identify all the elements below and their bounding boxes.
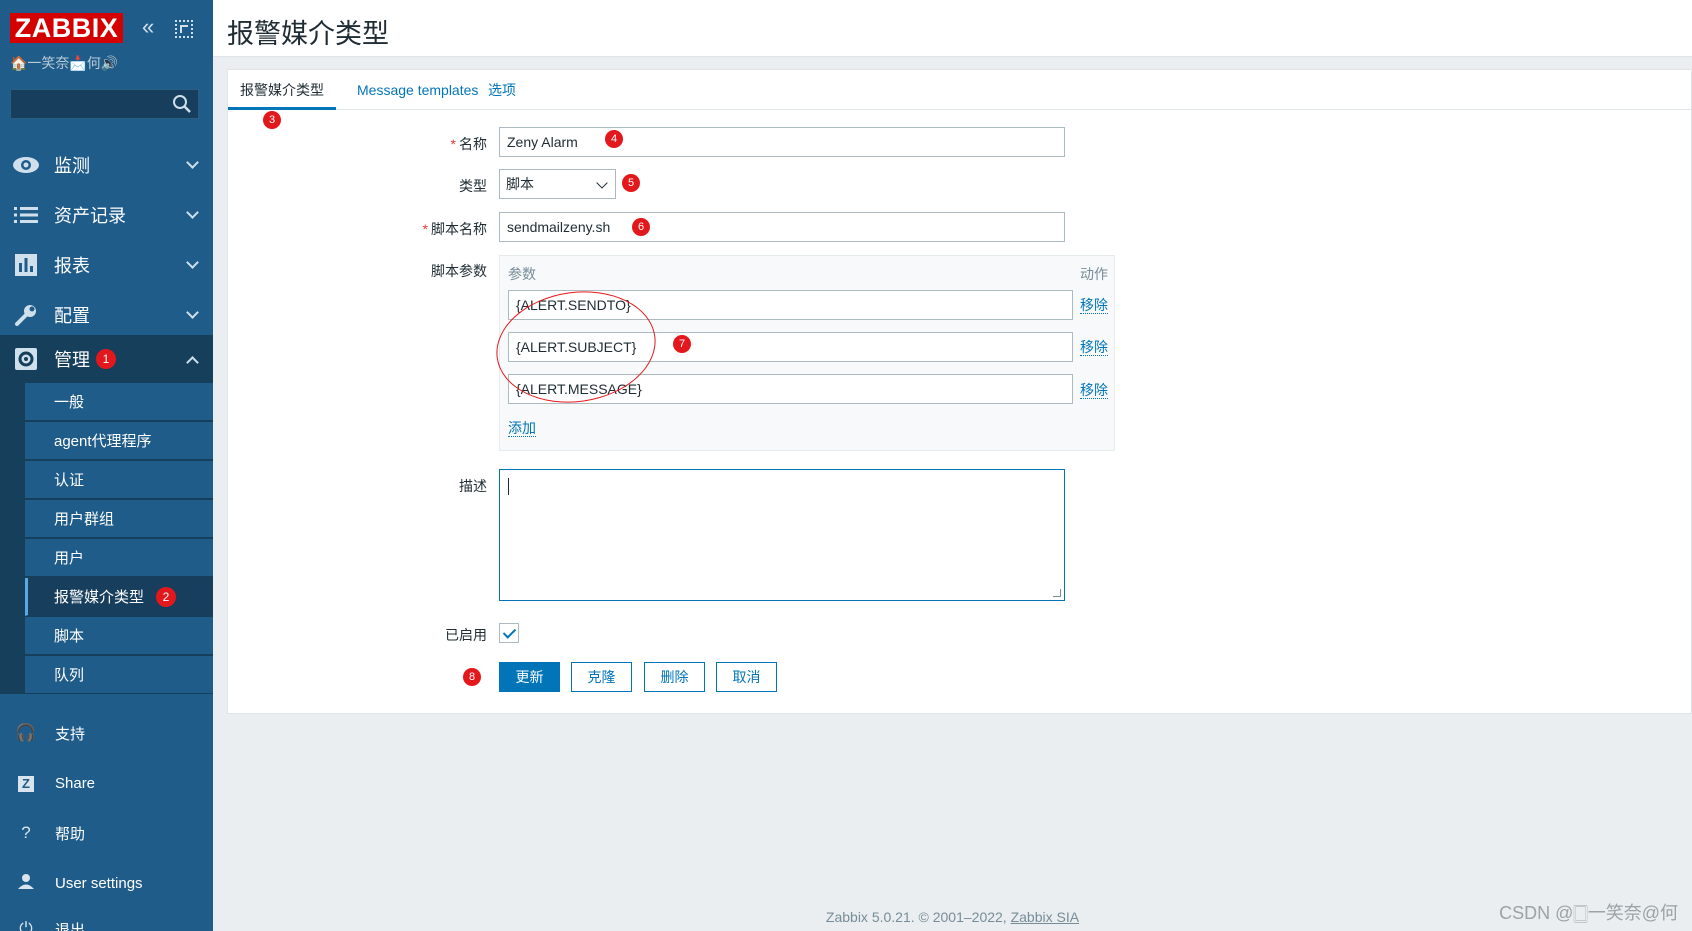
cancel-button[interactable]: 取消	[716, 662, 777, 692]
footer-company-link[interactable]: Zabbix SIA	[1011, 909, 1079, 925]
annotation-marker: 4	[605, 130, 623, 148]
annotation-badge: 2	[156, 586, 177, 607]
search-icon[interactable]	[172, 94, 192, 114]
gear-icon	[12, 347, 40, 371]
sidebar-item-user-settings[interactable]: User settings	[0, 863, 213, 903]
tab-message-templates[interactable]: Message templates	[345, 70, 490, 110]
sidebar-search-input[interactable]	[10, 89, 199, 119]
footer-text: Zabbix 5.0.21. © 2001–2022,	[825, 909, 1011, 925]
tab-bar: 报警媒介类型 Message templates 选项	[228, 70, 1691, 110]
chevron-down-icon	[186, 256, 199, 269]
enabled-label: 已启用	[445, 627, 487, 643]
submenu-item-user-groups[interactable]: 用户群组	[25, 500, 213, 538]
action-column-header: 动作	[1080, 266, 1108, 282]
script-params-label: 脚本参数	[431, 263, 487, 279]
menu-item-configuration[interactable]: 配置	[0, 290, 213, 340]
description-textarea[interactable]	[499, 469, 1065, 601]
power-icon: ⏻	[19, 919, 33, 931]
menu-item-label: 报表	[54, 256, 90, 276]
zabbix-logo[interactable]: ZABBIX	[10, 13, 123, 43]
menu-item-label: 监测	[54, 156, 90, 176]
remove-param-link[interactable]: 移除	[1080, 297, 1108, 314]
tab-media-type[interactable]: 报警媒介类型	[228, 70, 336, 110]
annotation-marker: 3	[263, 111, 281, 129]
chevron-up-icon	[186, 356, 199, 369]
name-label: * 名称	[450, 136, 487, 152]
submenu-item-general[interactable]: 一般	[25, 383, 213, 421]
annotation-marker: 6	[632, 218, 650, 236]
administration-submenu: 一般 agent代理程序 认证 用户群组 用户 报警媒介类型 2 脚本 队列	[0, 383, 213, 694]
resize-grip-icon[interactable]	[1053, 589, 1061, 597]
sidebar-item-help[interactable]: ? 帮助	[0, 813, 213, 853]
share-icon: Z	[15, 773, 37, 793]
sidebar-item-label: 退出	[55, 921, 86, 931]
menu-item-label: 资产记录	[54, 206, 126, 226]
page-title: 报警媒介类型	[227, 19, 389, 49]
submenu-item-proxies[interactable]: agent代理程序	[25, 422, 213, 460]
annotation-marker: 8	[463, 668, 481, 686]
menu-item-label: 配置	[54, 306, 90, 326]
chevron-down-icon	[186, 306, 199, 319]
submenu-item-scripts[interactable]: 脚本	[25, 617, 213, 655]
clone-button[interactable]: 克隆	[571, 662, 632, 692]
name-field[interactable]: Zeny Alarm	[499, 127, 1065, 157]
kiosk-mode-icon[interactable]	[175, 20, 193, 38]
headset-icon: 🎧	[15, 723, 37, 742]
sidebar-item-share[interactable]: Z Share	[0, 763, 213, 803]
sidebar: ZABBIX « 🏠一笑奈📩何🔊 监测 资产记录 报表 配置 管理 1 一般 a…	[0, 0, 213, 931]
script-name-label: * 脚本名称	[422, 221, 487, 237]
sidebar-item-label: 帮助	[55, 825, 86, 843]
menu-item-inventory[interactable]: 资产记录	[0, 190, 213, 240]
server-name: 🏠一笑奈📩何🔊	[10, 55, 119, 71]
submenu-item-media-types[interactable]: 报警媒介类型 2	[25, 578, 213, 616]
sidebar-item-label: Share	[55, 774, 96, 792]
menu-item-label: 管理	[54, 350, 90, 370]
watermark: CSDN @🀆一笑奈@何	[1499, 903, 1678, 923]
tab-options[interactable]: 选项	[476, 70, 528, 110]
type-select[interactable]: 脚本	[499, 169, 616, 199]
params-column-header: 参数	[508, 266, 536, 282]
sidebar-item-support[interactable]: 🎧 支持	[0, 713, 213, 753]
eye-icon	[12, 153, 40, 177]
sidebar-item-label: 支持	[55, 725, 86, 743]
chevron-down-icon	[186, 156, 199, 169]
remove-param-link[interactable]: 移除	[1080, 382, 1108, 399]
menu-item-reports[interactable]: 报表	[0, 240, 213, 290]
enabled-checkbox[interactable]	[499, 623, 519, 643]
annotation-marker: 5	[622, 174, 640, 192]
chevron-down-icon	[186, 206, 199, 219]
help-icon: ?	[21, 823, 31, 842]
remove-param-link[interactable]: 移除	[1080, 339, 1108, 356]
annotation-badge: 1	[96, 349, 116, 369]
page-header: 报警媒介类型	[213, 0, 1692, 57]
menu-item-administration[interactable]: 管理 1	[0, 335, 213, 383]
annotation-marker: 7	[673, 335, 691, 353]
submenu-item-queue[interactable]: 队列	[25, 656, 213, 694]
submenu-item-authentication[interactable]: 认证	[25, 461, 213, 499]
description-label: 描述	[459, 478, 487, 494]
text-caret	[508, 478, 509, 495]
menu-item-monitoring[interactable]: 监测	[0, 140, 213, 190]
wrench-icon	[12, 303, 40, 327]
collapse-sidebar-icon[interactable]: «	[142, 16, 162, 38]
sidebar-item-sign-out[interactable]: ⏻ 退出	[0, 909, 213, 931]
list-icon	[12, 203, 40, 227]
delete-button[interactable]: 删除	[644, 662, 705, 692]
update-button[interactable]: 更新	[499, 662, 560, 692]
submenu-item-users[interactable]: 用户	[25, 539, 213, 577]
user-icon	[15, 873, 37, 894]
add-param-link[interactable]: 添加	[508, 420, 536, 437]
type-label: 类型	[459, 178, 487, 194]
type-select-value: 脚本	[506, 176, 534, 192]
bar-chart-icon	[12, 253, 40, 277]
sidebar-item-label: User settings	[55, 874, 143, 892]
script-name-field[interactable]: sendmailzeny.sh	[499, 212, 1065, 242]
footer: Zabbix 5.0.21. © 2001–2022, Zabbix SIA	[213, 909, 1692, 925]
submenu-item-label: 报警媒介类型	[54, 589, 145, 606]
chevron-down-icon	[596, 177, 608, 189]
